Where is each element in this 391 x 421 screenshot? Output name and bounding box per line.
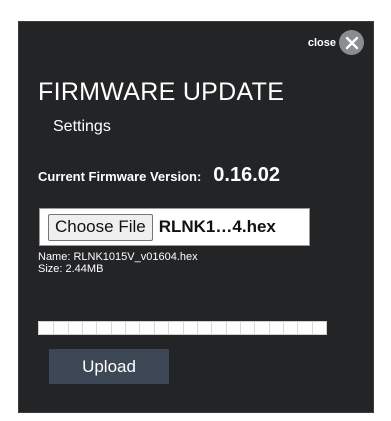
- progress-segment-divider: [67, 322, 69, 334]
- progress-segment-divider: [254, 322, 256, 334]
- current-firmware-row: Current Firmware Version: 0.16.02: [38, 164, 280, 187]
- progress-segment-divider: [268, 322, 270, 334]
- progress-segment-divider: [125, 322, 127, 334]
- progress-segment-divider: [96, 322, 98, 334]
- progress-segment-divider: [297, 322, 299, 334]
- progress-segment-divider: [239, 322, 241, 334]
- progress-segment-divider: [211, 322, 213, 334]
- upload-progress-bar: [38, 321, 327, 335]
- progress-segment-divider: [311, 322, 313, 334]
- current-firmware-version: 0.16.02: [213, 164, 281, 186]
- file-input[interactable]: Choose File RLNK1…4.hex: [39, 208, 310, 246]
- close-x-icon[interactable]: [339, 30, 364, 55]
- progress-segment-divider: [153, 322, 155, 334]
- dialog-subtitle: Settings: [53, 118, 111, 135]
- close-control[interactable]: close: [308, 30, 364, 55]
- choose-file-button[interactable]: Choose File: [48, 213, 153, 241]
- firmware-update-dialog: close FIRMWARE UPDATE Settings Current F…: [18, 21, 374, 413]
- upload-button[interactable]: Upload: [49, 349, 169, 384]
- progress-segment-divider: [82, 322, 84, 334]
- current-firmware-label: Current Firmware Version:: [38, 169, 202, 184]
- selected-file-name: RLNK1…4.hex: [158, 217, 276, 236]
- progress-segment-divider: [282, 322, 284, 334]
- close-label[interactable]: close: [308, 37, 336, 49]
- progress-segment-divider: [182, 322, 184, 334]
- file-size-info: Size: 2.44MB: [38, 263, 104, 275]
- progress-segment-divider: [196, 322, 198, 334]
- file-name-info: Name: RLNK1015V_v01604.hex: [38, 251, 198, 263]
- progress-segment-divider: [110, 322, 112, 334]
- progress-segment-divider: [168, 322, 170, 334]
- progress-segment-divider: [225, 322, 227, 334]
- progress-segment-divider: [53, 322, 55, 334]
- dialog-title: FIRMWARE UPDATE: [38, 78, 285, 106]
- progress-segment-divider: [139, 322, 141, 334]
